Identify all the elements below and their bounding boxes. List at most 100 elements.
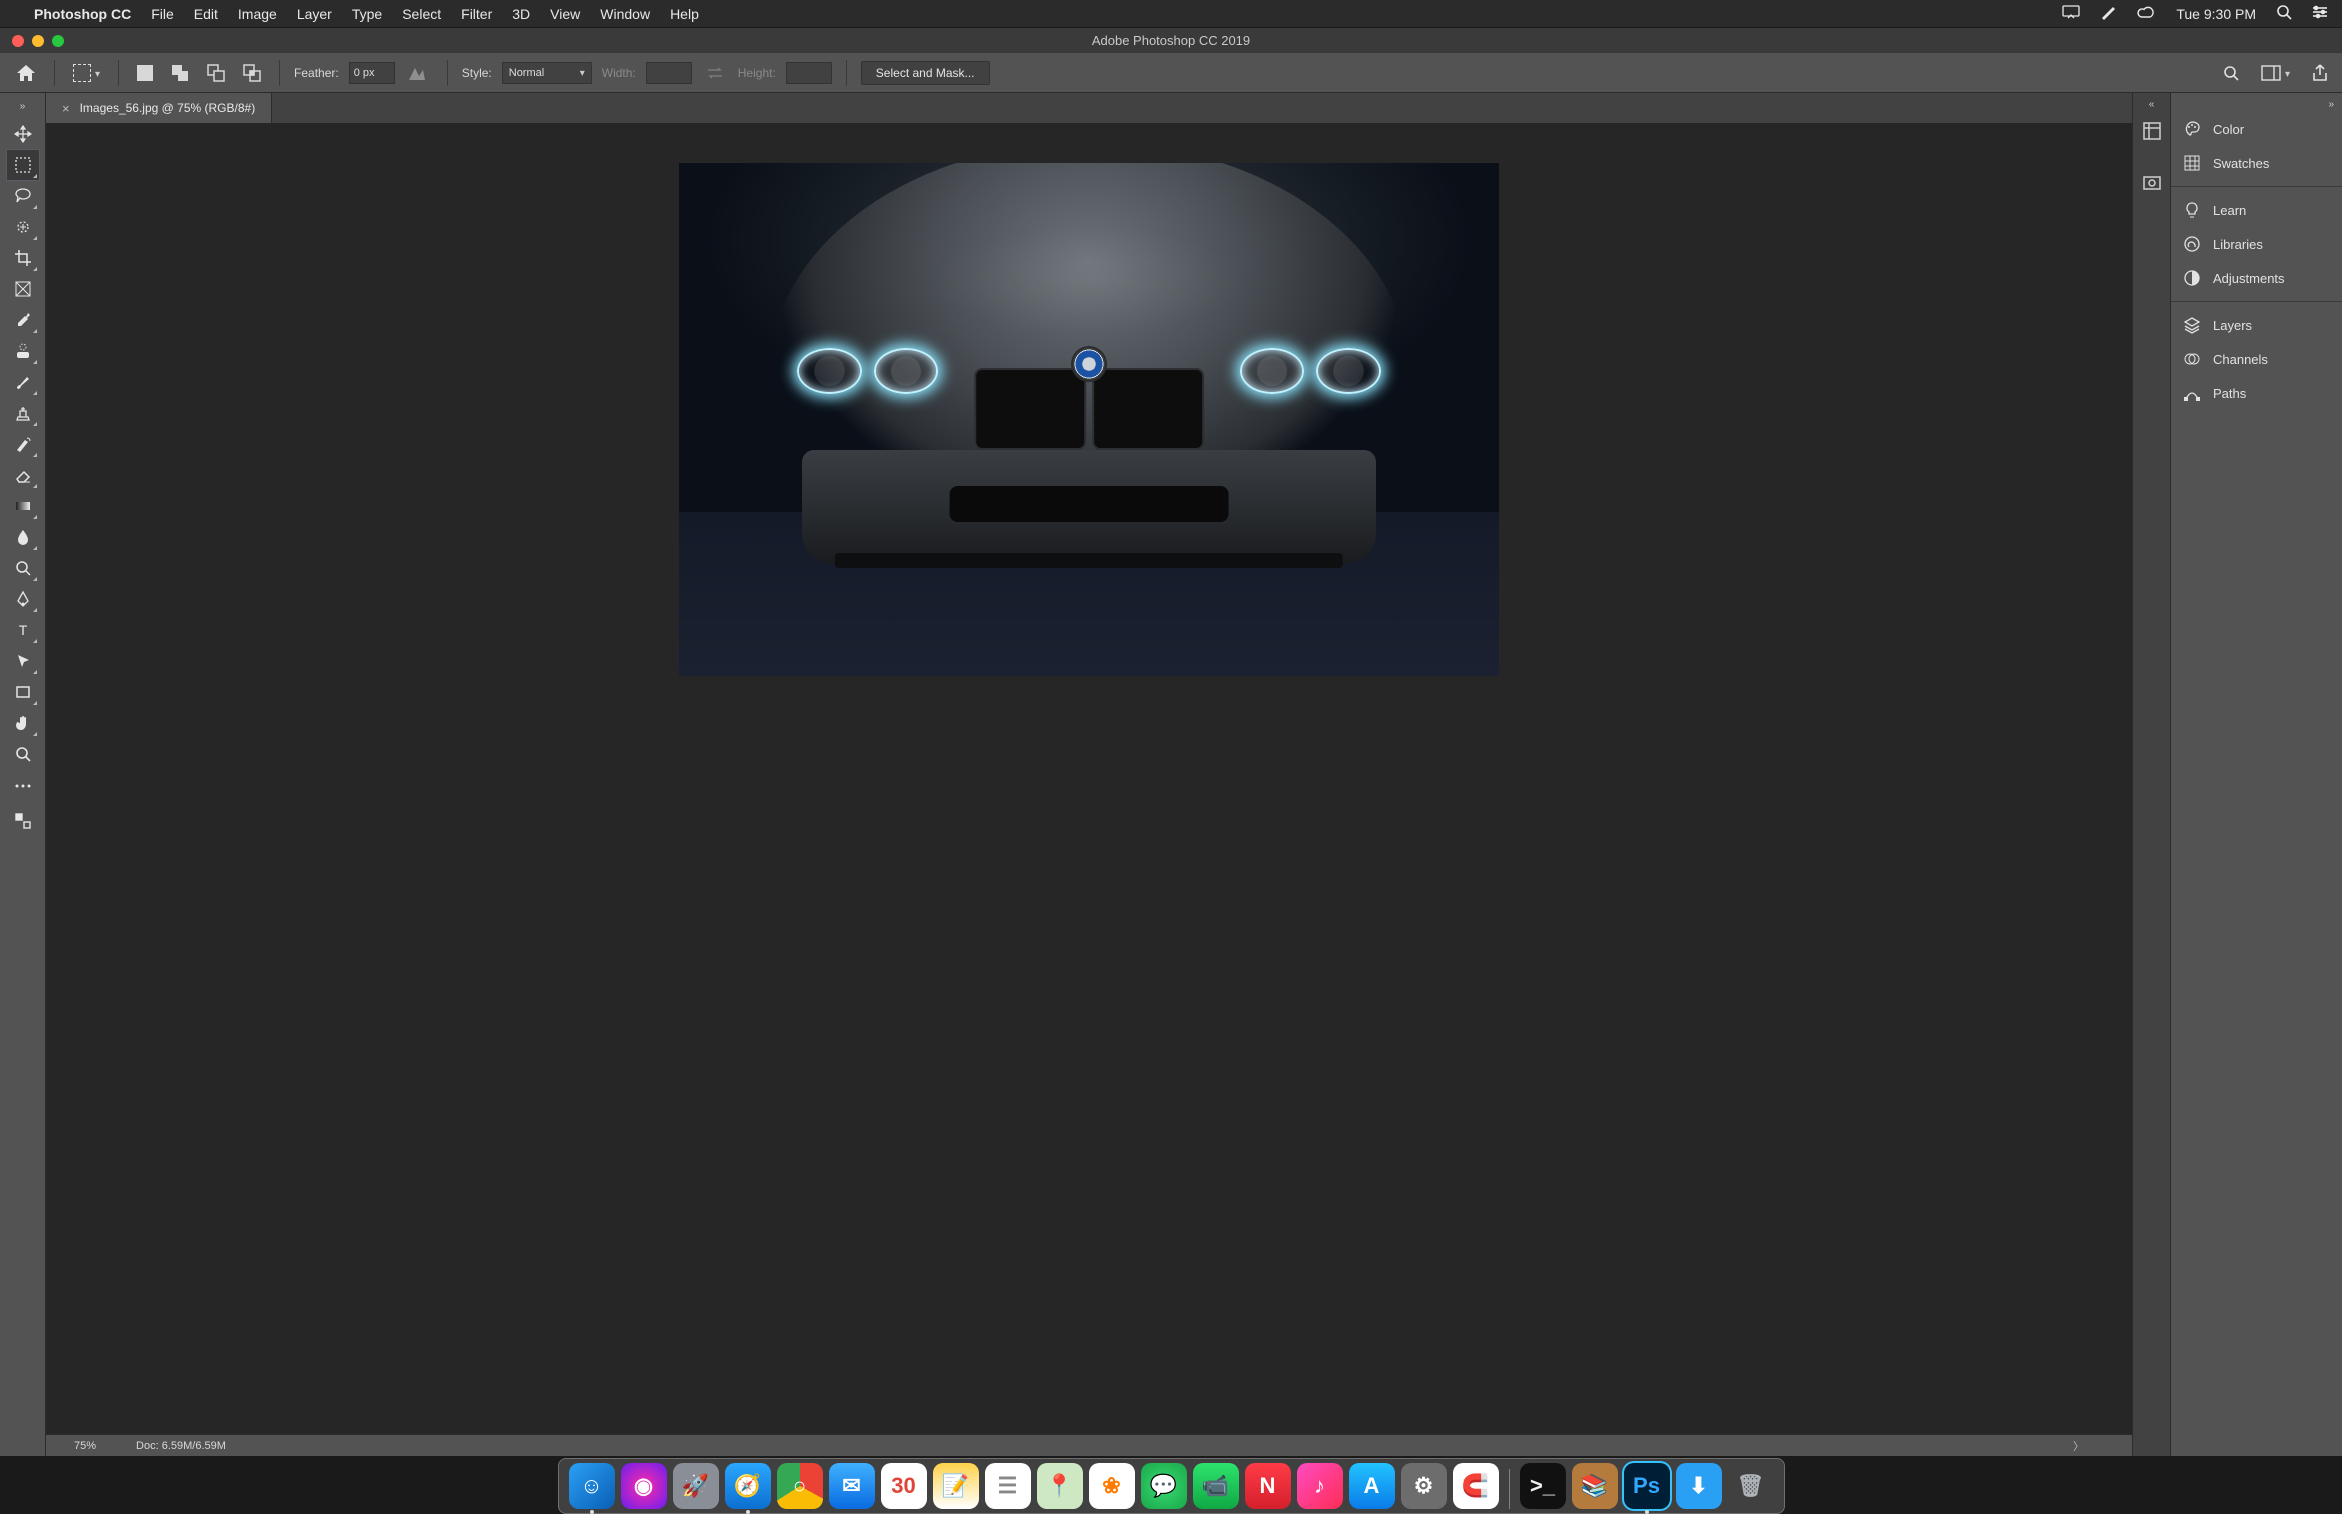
- menu-filter[interactable]: Filter: [461, 6, 492, 22]
- lasso-tool[interactable]: [7, 181, 39, 211]
- close-window-button[interactable]: [12, 35, 24, 47]
- canvas[interactable]: [679, 163, 1499, 676]
- dock-books[interactable]: 📚: [1572, 1463, 1618, 1509]
- collapse-rail-icon[interactable]: «: [2149, 99, 2155, 110]
- clone-stamp-tool[interactable]: [7, 398, 39, 428]
- dock-notes[interactable]: 📝: [933, 1463, 979, 1509]
- dock-appstore[interactable]: A: [1349, 1463, 1395, 1509]
- dock-messages[interactable]: 💬: [1141, 1463, 1187, 1509]
- dock-facetime[interactable]: 📹: [1193, 1463, 1239, 1509]
- dodge-tool[interactable]: [7, 553, 39, 583]
- selection-mode-add[interactable]: [167, 60, 193, 86]
- dock-magnet[interactable]: 🧲: [1453, 1463, 1499, 1509]
- panel-adjustments[interactable]: Adjustments: [2171, 261, 2342, 295]
- dock-photos[interactable]: ❀: [1089, 1463, 1135, 1509]
- dock-news[interactable]: N: [1245, 1463, 1291, 1509]
- history-brush-tool[interactable]: [7, 429, 39, 459]
- type-tool[interactable]: T: [7, 615, 39, 645]
- menu-edit[interactable]: Edit: [194, 6, 218, 22]
- menu-layer[interactable]: Layer: [297, 6, 332, 22]
- menu-image[interactable]: Image: [238, 6, 277, 22]
- dock-calendar[interactable]: 30: [881, 1463, 927, 1509]
- dock-maps[interactable]: 📍: [1037, 1463, 1083, 1509]
- creative-cloud-icon[interactable]: [2136, 5, 2156, 22]
- expand-toolbar-icon[interactable]: »: [20, 97, 26, 118]
- panel-color[interactable]: Color: [2171, 112, 2342, 146]
- workspace-switcher[interactable]: [2257, 61, 2294, 85]
- menu-file[interactable]: File: [151, 6, 174, 22]
- control-center-icon[interactable]: [2312, 5, 2328, 22]
- style-select[interactable]: Normal: [502, 62, 592, 84]
- eyedropper-tool[interactable]: [7, 305, 39, 335]
- menu-window[interactable]: Window: [600, 6, 650, 22]
- close-tab-icon[interactable]: ×: [62, 101, 70, 116]
- zoom-tool[interactable]: [7, 739, 39, 769]
- hand-tool[interactable]: [7, 708, 39, 738]
- rectangle-tool[interactable]: [7, 677, 39, 707]
- dock-reminders[interactable]: ☰: [985, 1463, 1031, 1509]
- menu-3d[interactable]: 3D: [512, 6, 530, 22]
- panel-learn[interactable]: Learn: [2171, 193, 2342, 227]
- dock-safari[interactable]: 🧭: [725, 1463, 771, 1509]
- selection-mode-subtract[interactable]: [203, 60, 229, 86]
- spot-healing-brush-tool[interactable]: [7, 336, 39, 366]
- more-tools-button[interactable]: [7, 771, 39, 801]
- ink-icon[interactable]: [2100, 4, 2116, 23]
- panel-paths[interactable]: Paths: [2171, 376, 2342, 410]
- edit-toolbar-button[interactable]: [7, 806, 39, 836]
- dock-launchpad[interactable]: 🚀: [673, 1463, 719, 1509]
- select-and-mask-button[interactable]: Select and Mask...: [861, 61, 990, 85]
- dock-trash[interactable]: 🗑: [1728, 1463, 1774, 1509]
- blur-tool[interactable]: [7, 522, 39, 552]
- app-name[interactable]: Photoshop CC: [34, 6, 131, 22]
- rectangular-marquee-tool[interactable]: [7, 150, 39, 180]
- tool-preset-picker[interactable]: [69, 60, 104, 86]
- canvas-viewport[interactable]: [46, 123, 2132, 1434]
- path-selection-tool[interactable]: [7, 646, 39, 676]
- panel-layers[interactable]: Layers: [2171, 308, 2342, 342]
- home-button[interactable]: [12, 60, 40, 86]
- search-icon[interactable]: [2221, 63, 2241, 83]
- dock-finder[interactable]: ☺: [569, 1463, 615, 1509]
- frame-tool[interactable]: [7, 274, 39, 304]
- status-zoom[interactable]: 75%: [74, 1440, 96, 1452]
- status-doc-size[interactable]: Doc: 6.59M/6.59M: [136, 1440, 226, 1452]
- minimize-window-button[interactable]: [32, 35, 44, 47]
- airplay-icon[interactable]: [2062, 5, 2080, 22]
- document-tab[interactable]: × Images_56.jpg @ 75% (RGB/8#): [46, 93, 272, 123]
- properties-panel-icon[interactable]: [2141, 172, 2163, 194]
- quick-selection-tool[interactable]: [7, 212, 39, 242]
- pen-tool[interactable]: [7, 584, 39, 614]
- selection-mode-new[interactable]: [133, 61, 157, 85]
- menu-view[interactable]: View: [550, 6, 580, 22]
- dock-music[interactable]: ♪: [1297, 1463, 1343, 1509]
- gradient-tool[interactable]: [7, 491, 39, 521]
- history-panel-icon[interactable]: [2141, 120, 2163, 142]
- panel-swatches[interactable]: Swatches: [2171, 146, 2342, 180]
- menu-select[interactable]: Select: [402, 6, 441, 22]
- status-menu-chevron-icon[interactable]: 〉: [2073, 1438, 2084, 1454]
- collapse-panels-icon[interactable]: »: [2320, 97, 2342, 112]
- crop-tool[interactable]: [7, 243, 39, 273]
- menubar-clock[interactable]: Tue 9:30 PM: [2176, 6, 2256, 22]
- share-icon[interactable]: [2310, 63, 2330, 83]
- dock-terminal[interactable]: >_: [1520, 1463, 1566, 1509]
- spotlight-icon[interactable]: [2276, 4, 2292, 23]
- menu-type[interactable]: Type: [352, 6, 382, 22]
- dock-mail[interactable]: ✉: [829, 1463, 875, 1509]
- dock-photoshop[interactable]: Ps: [1624, 1463, 1670, 1509]
- dock-chrome[interactable]: ○: [777, 1463, 823, 1509]
- move-tool[interactable]: [7, 119, 39, 149]
- brush-tool[interactable]: [7, 367, 39, 397]
- zoom-window-button[interactable]: [52, 35, 64, 47]
- dock-preferences[interactable]: ⚙: [1401, 1463, 1447, 1509]
- dock-siri[interactable]: ◉: [621, 1463, 667, 1509]
- panel-libraries[interactable]: Libraries: [2171, 227, 2342, 261]
- dock-downloads[interactable]: ⬇: [1676, 1463, 1722, 1509]
- panel-channels[interactable]: Channels: [2171, 342, 2342, 376]
- selection-mode-intersect[interactable]: [239, 60, 265, 86]
- eraser-tool[interactable]: [7, 460, 39, 490]
- anti-alias-toggle[interactable]: [405, 62, 433, 84]
- feather-input[interactable]: 0 px: [349, 62, 395, 84]
- menu-help[interactable]: Help: [670, 6, 699, 22]
